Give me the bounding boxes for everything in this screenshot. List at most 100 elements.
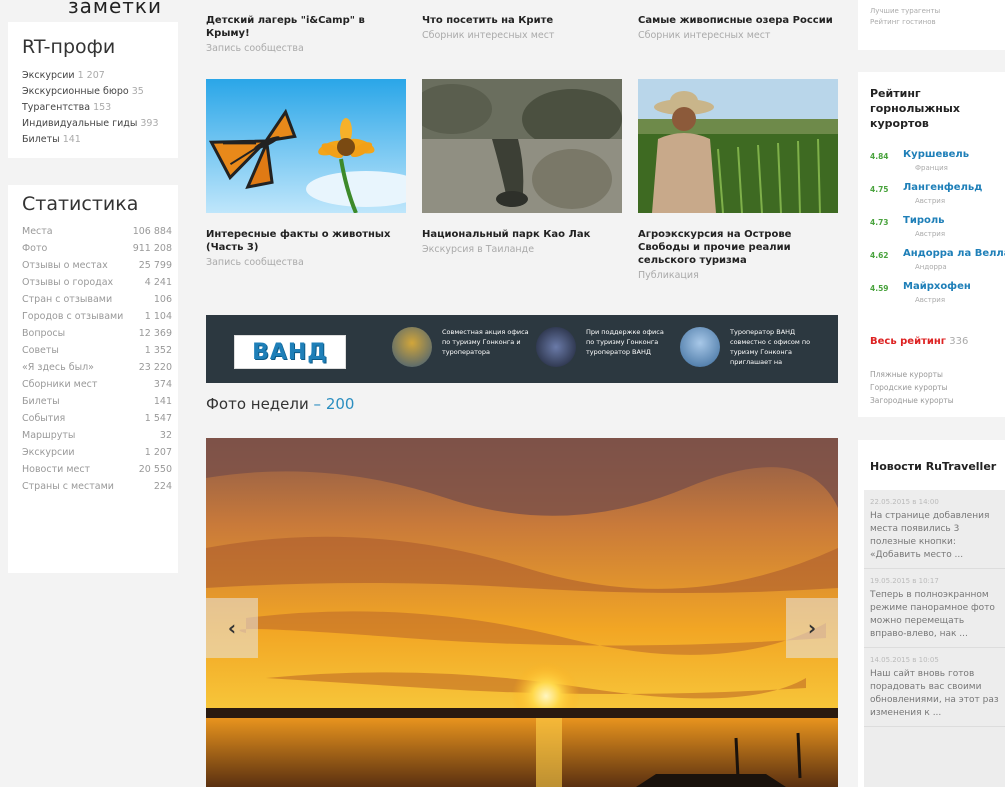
stat-row: Билеты 141 [22, 393, 172, 410]
stat-row: Маршруты 32 [22, 427, 172, 444]
rtprofi-item[interactable]: Экскурсионные бюро 35 [22, 84, 168, 100]
news-item[interactable]: 14.05.2015 в 10:05 Наш сайт вновь готов … [864, 648, 1005, 727]
stat-row: Фото 911 208 [22, 240, 172, 257]
article-card[interactable]: Интересные факты о животных (Часть 3) За… [206, 228, 396, 268]
slider-next-button[interactable]: › [786, 598, 838, 658]
rtprofi-item[interactable]: Индивидуальные гиды 393 [22, 116, 168, 132]
stat-row: Советы 1 352 [22, 342, 172, 359]
resort-category-link[interactable]: Пляжные курорты [870, 368, 954, 381]
article-card[interactable]: Детский лагерь "i&Camp" в Крыму! Запись … [206, 14, 406, 54]
all-rating-link[interactable]: Весь рейтинг 336 [870, 336, 968, 347]
article-title[interactable]: Самые живописные озера России [638, 14, 838, 27]
stat-label[interactable]: Городов с отзывами [22, 308, 130, 325]
butterfly-thumbnail[interactable] [206, 79, 406, 213]
stat-value: 1 547 [144, 413, 172, 424]
statistics-table: Места 106 884 Фото 911 208 Отзывы о местах 25… [22, 223, 172, 495]
article-title[interactable]: Интересные факты о животных (Часть 3) [206, 228, 396, 254]
stat-label[interactable]: Отзывы о местах [22, 257, 130, 274]
stat-value: 1 352 [144, 345, 172, 356]
article-card[interactable]: Самые живописные озера России Сборник ин… [638, 14, 838, 41]
article-title[interactable]: Национальный парк Као Лак [422, 228, 622, 241]
rtprofi-panel: RT-профи Экскурсии 1 207 Экскурсионные б… [8, 22, 178, 158]
photo-slider[interactable]: ‹ › [206, 438, 838, 787]
rtprofi-list: Экскурсии 1 207 Экскурсионные бюро 35 Ту… [8, 68, 178, 158]
photo-week-title[interactable]: Фото недели – 200 [206, 395, 354, 413]
stat-row: Страны с местами 224 [22, 478, 172, 495]
stat-value: 20 550 [138, 464, 172, 475]
stat-label[interactable]: Маршруты [22, 427, 130, 444]
stat-label[interactable]: Фото [22, 240, 130, 257]
stat-label[interactable]: Вопросы [22, 325, 130, 342]
stat-label[interactable]: Страны с местами [22, 478, 130, 495]
stat-label[interactable]: Новости мест [22, 461, 130, 478]
news-list: 22.05.2015 в 14:00 На странице добавлени… [864, 490, 1005, 787]
stat-value: 12 369 [138, 328, 172, 339]
stat-value: 911 208 [132, 243, 172, 254]
stat-value: 23 220 [138, 362, 172, 373]
banner-thumb-icon [680, 327, 720, 367]
stat-value: 374 [153, 379, 172, 390]
resort-category-link[interactable]: Загородные курорты [870, 394, 954, 407]
stat-value: 1 104 [144, 311, 172, 322]
ski-rating-panel: Рейтинг горнолыжных курортов 4.84 Куршев… [858, 72, 1005, 417]
resort-category-link[interactable]: Городские курорты [870, 381, 954, 394]
news-panel: Новости RuTraveller 22.05.2015 в 14:00 Н… [858, 440, 1005, 787]
stat-value: 4 241 [144, 277, 172, 288]
article-subtitle[interactable]: Сборник интересных мест [422, 30, 622, 41]
stat-row: Места 106 884 [22, 223, 172, 240]
stat-value: 141 [153, 396, 172, 407]
stat-value: 106 884 [132, 226, 172, 237]
article-subtitle[interactable]: Экскурсия в Таиланде [422, 244, 622, 255]
stat-label[interactable]: Экскурсии [22, 444, 130, 461]
stat-label[interactable]: Места [22, 223, 130, 240]
right-top-link[interactable]: Рейтинг гостинов [870, 17, 1005, 28]
stat-label[interactable]: Отзывы о городах [22, 274, 130, 291]
right-top-links: Лучшие турагенты Рейтинг гостинов [858, 0, 1005, 50]
stat-value: 106 [153, 294, 172, 305]
farmer-thumbnail[interactable] [638, 79, 838, 213]
rtprofi-item[interactable]: Билеты 141 [22, 132, 168, 148]
stat-value: 1 207 [144, 447, 172, 458]
rating-item[interactable]: 4.62 Андорра ла Велла Андорра [870, 248, 1005, 278]
right-top-link[interactable]: Лучшие турагенты [870, 6, 1005, 17]
crocodile-thumbnail[interactable] [422, 79, 622, 213]
stat-label[interactable]: Сборники мест [22, 376, 130, 393]
stat-label[interactable]: «Я здесь был» [22, 359, 130, 376]
article-card[interactable]: Национальный парк Као Лак Экскурсия в Та… [422, 228, 622, 255]
vand-logo[interactable]: ВАНД [234, 335, 346, 369]
article-title[interactable]: Детский лагерь "i&Camp" в Крыму! [206, 14, 406, 40]
article-title[interactable]: Агроэкскурсия на Острове Свободы и прочи… [638, 228, 838, 267]
stat-row: Вопросы 12 369 [22, 325, 172, 342]
rtprofi-item[interactable]: Турагентства 153 [22, 100, 168, 116]
resort-category-links: Пляжные курорты Городские курорты Загоро… [870, 368, 954, 407]
stat-label[interactable]: События [22, 410, 130, 427]
stat-row: Сборники мест 374 [22, 376, 172, 393]
article-card[interactable]: Агроэкскурсия на Острове Свободы и прочи… [638, 228, 838, 281]
vand-banner[interactable]: ВАНД Совместная акция офиса по туризму Г… [206, 315, 838, 383]
ski-rating-title: Рейтинг горнолыжных курортов [870, 87, 960, 130]
stat-row: «Я здесь был» 23 220 [22, 359, 172, 376]
article-subtitle[interactable]: Сборник интересных мест [638, 30, 838, 41]
stat-value: 32 [159, 430, 172, 441]
article-subtitle[interactable]: Запись сообщества [206, 43, 406, 54]
news-item[interactable]: 19.05.2015 в 10:17 Теперь в полноэкранно… [864, 569, 1005, 648]
stat-row: Отзывы о местах 25 799 [22, 257, 172, 274]
statistics-panel: Статистика Места 106 884 Фото 911 208 Отзывы… [8, 185, 178, 573]
stat-label[interactable]: Советы [22, 342, 130, 359]
rtprofi-title: RT-профи [22, 36, 116, 58]
stat-row: Отзывы о городах 4 241 [22, 274, 172, 291]
stat-label[interactable]: Стран с отзывами [22, 291, 130, 308]
slider-prev-button[interactable]: ‹ [206, 598, 258, 658]
stat-row: События 1 547 [22, 410, 172, 427]
article-card[interactable]: Что посетить на Крите Сборник интересных… [422, 14, 622, 41]
rtprofi-item[interactable]: Экскурсии 1 207 [22, 68, 168, 84]
chevron-right-icon: › [807, 616, 817, 640]
stat-row: Городов с отзывами 1 104 [22, 308, 172, 325]
stat-row: Новости мест 20 550 [22, 461, 172, 478]
article-subtitle[interactable]: Публикация [638, 270, 838, 281]
article-subtitle[interactable]: Запись сообщества [206, 257, 396, 268]
photo-week-number[interactable]: 200 [326, 395, 355, 413]
news-item[interactable]: 22.05.2015 в 14:00 На странице добавлени… [864, 490, 1005, 569]
article-title[interactable]: Что посетить на Крите [422, 14, 622, 27]
stat-label[interactable]: Билеты [22, 393, 130, 410]
